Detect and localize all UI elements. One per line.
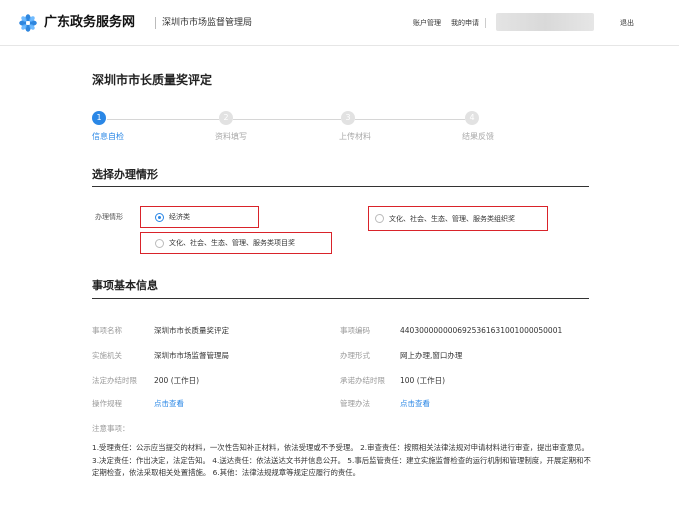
management-method-view-link[interactable]: 点击查看 <box>400 398 430 409</box>
page-title: 深圳市市长质量奖评定 <box>92 73 213 87</box>
legal-time-limit-value: 200 (工作日) <box>154 376 200 385</box>
step-connector <box>355 119 465 120</box>
option-label: 经济类 <box>169 213 190 221</box>
procedure-key: 操作规程 <box>92 399 122 408</box>
header-link-divider <box>485 18 486 28</box>
section-divider <box>92 298 589 299</box>
my-applications-link[interactable]: 我的申请 <box>451 18 479 28</box>
agency-key: 实施机关 <box>92 351 122 360</box>
option-organization-award[interactable]: 文化、社会、生态、管理、服务类组织奖 <box>368 206 548 231</box>
radio-unchecked-icon[interactable] <box>375 214 384 223</box>
notes-text: 1.受理责任：公示应当提交的材料，一次性告知补正材料，依法受理或不予受理。 2.… <box>92 443 591 477</box>
step-2-label: 资料填写 <box>215 132 247 141</box>
step-3-circle: 3 <box>341 111 355 125</box>
radio-checked-icon[interactable] <box>155 212 164 222</box>
step-2-circle: 2 <box>219 111 233 125</box>
basic-info-section-title: 事项基本信息 <box>92 279 158 292</box>
step-1-circle: 1 <box>92 111 106 125</box>
section-divider <box>92 186 589 187</box>
promised-time-limit-key: 承诺办结时限 <box>340 376 385 385</box>
logout-link[interactable]: 退出 <box>620 18 634 28</box>
radio-unchecked-icon[interactable] <box>155 238 164 248</box>
header-divider <box>155 17 156 29</box>
handling-form-value: 网上办理,窗口办理 <box>400 351 463 360</box>
option-economic[interactable]: 经济类 <box>140 206 259 228</box>
procedure-view-link[interactable]: 点击查看 <box>154 398 184 409</box>
site-title[interactable]: 广东政务服务网 <box>44 14 135 32</box>
handling-form-key: 办理形式 <box>340 351 370 360</box>
user-name-redacted[interactable] <box>496 13 594 31</box>
step-4-circle: 4 <box>465 111 479 125</box>
agency-value: 深圳市市场监督管理局 <box>154 351 229 360</box>
item-name-key: 事项名称 <box>92 326 122 335</box>
step-3-label: 上传材料 <box>339 132 371 141</box>
step-connector <box>107 119 219 120</box>
gov-service-logo-icon[interactable] <box>19 14 37 32</box>
item-name-value: 深圳市市长质量奖评定 <box>154 326 229 335</box>
item-code-key: 事项编码 <box>340 326 370 335</box>
department-name: 深圳市市场监督管理局 <box>162 18 253 28</box>
promised-time-limit-value: 100 (工作日) <box>400 376 446 385</box>
legal-time-limit-key: 法定办结时限 <box>92 376 137 385</box>
step-connector <box>233 119 341 120</box>
option-label: 文化、社会、生态、管理、服务类组织奖 <box>389 214 515 223</box>
account-management-link[interactable]: 账户管理 <box>413 18 441 28</box>
step-1-label: 信息自检 <box>92 132 124 141</box>
top-header: 广东政务服务网 深圳市市场监督管理局 账户管理 我的申请 退出 <box>0 0 679 46</box>
situation-field-label: 办理情形 <box>95 213 123 221</box>
situation-section-title: 选择办理情形 <box>92 168 158 181</box>
notes-label: 注意事项： <box>92 424 130 433</box>
step-4-label: 结果反馈 <box>462 132 494 141</box>
option-project-award[interactable]: 文化、社会、生态、管理、服务类项目奖 <box>140 232 332 254</box>
item-code-value: 44030000000069253616310010000500​01 <box>400 326 563 335</box>
management-method-key: 管理办法 <box>340 399 370 408</box>
option-label: 文化、社会、生态、管理、服务类项目奖 <box>169 239 295 247</box>
